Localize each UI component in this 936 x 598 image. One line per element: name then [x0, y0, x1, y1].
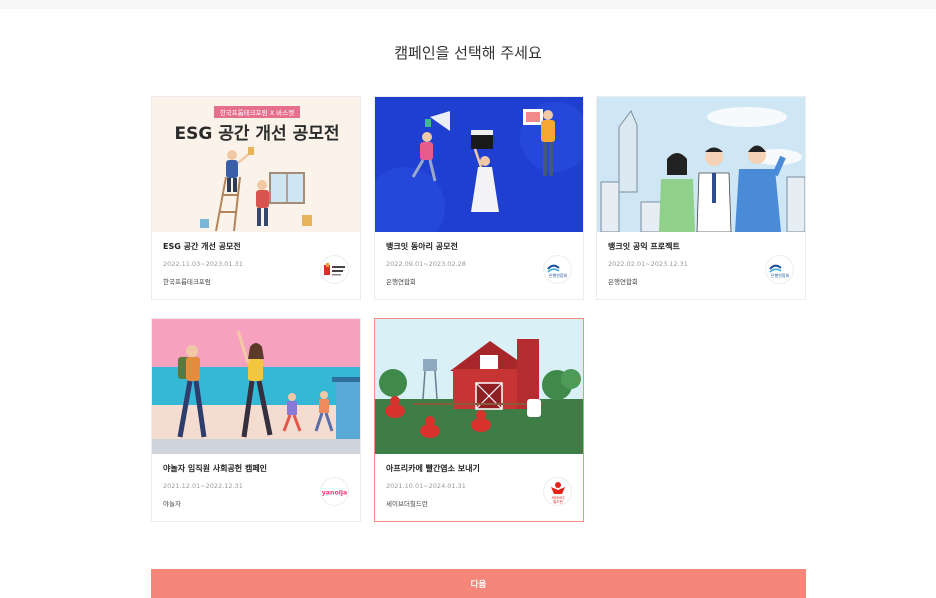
svg-text:은행연합회: 은행연합회 [770, 272, 789, 278]
campaign-org: 세이브더칠드런 [386, 500, 428, 508]
campaign-date: 2021.12.01~2022.12.31 [163, 482, 243, 490]
campaign-title: 뱅크잇 동아리 공모전 [386, 242, 458, 251]
campaign-image [375, 319, 583, 454]
top-bar [0, 0, 936, 9]
campaign-date: 2022.09.01~2023.02.28 [386, 260, 466, 268]
campaign-image: 한국프롭테크포럼 X 바스켓 ESG 공간 개선 공모전 [152, 97, 360, 232]
campaign-title: 야놀자 임직원 사회공헌 캠페인 [163, 464, 268, 473]
campaign-title: 뱅크잇 공익 프로젝트 [608, 242, 680, 251]
campaign-org: 한국프롭테크포럼 [163, 278, 211, 286]
bank-federation-logo-icon: 은행연합회 [543, 255, 572, 284]
banner-tag: 한국프롭테크포럼 X 바스켓 [220, 108, 294, 117]
campaign-title: ESG 공간 개선 공모전 [163, 242, 241, 251]
save-the-children-logo-icon: 세이브더 칠드런 [543, 477, 572, 506]
svg-text:yanolja: yanolja [322, 489, 348, 496]
yanolja-logo-icon: yanolja [320, 477, 349, 506]
campaign-card-yanolja[interactable]: 야놀자 임직원 사회공헌 캠페인 2021.12.01~2022.12.31 야… [151, 318, 361, 522]
proptech-forum-logo-icon [320, 255, 349, 284]
campaign-org: 은행연합회 [386, 278, 416, 286]
campaign-image [597, 97, 805, 232]
campaign-card-club[interactable]: 뱅크잇 동아리 공모전 2022.09.01~2023.02.28 은행연합회 … [374, 96, 584, 300]
banner-headline: ESG 공간 개선 공모전 [174, 124, 339, 144]
campaign-date: 2022.02.01~2023.12.31 [608, 260, 688, 268]
svg-text:칠드런: 칠드런 [553, 499, 563, 504]
campaign-card-public[interactable]: 뱅크잇 공익 프로젝트 2022.02.01~2023.12.31 은행연합회 … [596, 96, 806, 300]
campaign-org: 야놀자 [163, 500, 181, 508]
campaign-date: 2021.10.01~2024.01.31 [386, 482, 466, 490]
bank-federation-logo-icon: 은행연합회 [765, 255, 794, 284]
campaign-image [152, 319, 360, 454]
campaign-card-red-goat[interactable]: 아프리카에 빨간염소 보내기 2021.10.01~2024.01.31 세이브… [374, 318, 584, 522]
campaign-org: 은행연합회 [608, 278, 638, 286]
campaign-date: 2022.11.03~2023.01.31 [163, 260, 243, 268]
page-title: 캠페인을 선택해 주세요 [394, 44, 542, 62]
svg-text:은행연합회: 은행연합회 [548, 272, 567, 278]
campaign-card-esg[interactable]: 한국프롭테크포럼 X 바스켓 ESG 공간 개선 공모전 ESG 공간 개선 공… [151, 96, 361, 300]
campaign-title: 아프리카에 빨간염소 보내기 [386, 464, 480, 473]
next-button[interactable]: 다음 [151, 569, 806, 598]
campaign-image [375, 97, 583, 232]
